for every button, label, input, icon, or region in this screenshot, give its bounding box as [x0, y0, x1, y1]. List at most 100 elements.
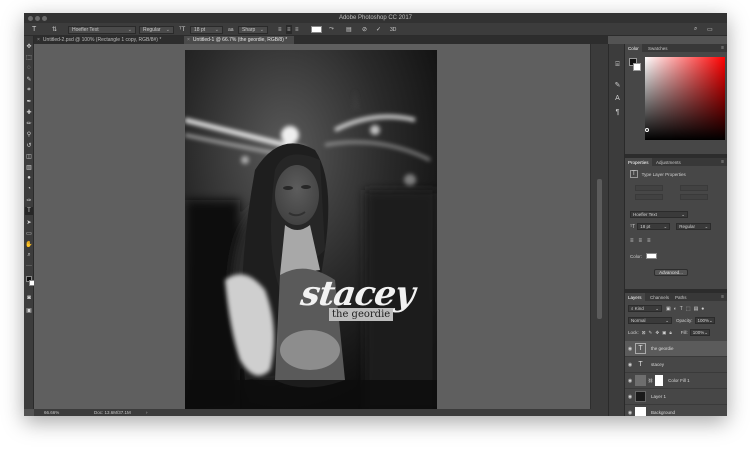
3d-button[interactable]: 3D	[390, 25, 396, 34]
search-icon[interactable]: ⌕	[694, 25, 697, 34]
properties-font-size-select[interactable]: 18 pt ⌄	[637, 223, 671, 230]
type-tool-icon[interactable]: T	[25, 207, 33, 215]
move-tool-icon[interactable]: ✥	[25, 42, 33, 50]
properties-font-family-select[interactable]: Hoefler Text ⌄	[630, 211, 688, 218]
filter-type-icon[interactable]: T	[680, 306, 683, 312]
advanced-button[interactable]: Advanced...	[654, 269, 688, 276]
color-picker-handle[interactable]	[645, 128, 649, 132]
layer-row-color-fill-1[interactable]: ◉ ⛓ Color Fill 1	[625, 373, 727, 389]
opacity-field[interactable]: 100% ⌄	[694, 317, 715, 324]
character-panel-icon[interactable]: ▤	[346, 25, 352, 34]
status-menu-arrow[interactable]: ›	[146, 410, 148, 415]
layer-filter-select[interactable]: ⌕ Kind ⌄	[628, 305, 662, 312]
align-left-icon[interactable]: ≡	[630, 238, 634, 244]
align-center-icon[interactable]: ≡	[639, 238, 643, 244]
tab-untitled-2[interactable]: × Untitled-2.psd @ 100% (Rectangle 1 cop…	[34, 36, 182, 44]
marquee-tool-icon[interactable]: ⬚	[25, 53, 33, 61]
font-style-select[interactable]: Regular ⌄	[139, 25, 174, 34]
hand-tool-icon[interactable]: ✋	[25, 240, 33, 248]
path-select-tool-icon[interactable]: ➤	[25, 218, 33, 226]
canvas-area[interactable]: stacey the geordie	[34, 44, 590, 410]
tab-properties[interactable]: Properties	[625, 158, 652, 166]
vertical-scrollbar[interactable]	[590, 44, 608, 409]
eye-icon[interactable]: ◉	[625, 394, 635, 400]
panel-menu-icon[interactable]: ≡	[721, 294, 724, 300]
blur-tool-icon[interactable]: ●	[25, 174, 33, 182]
filter-adjustment-icon[interactable]: ◐	[674, 306, 677, 312]
warp-text-icon[interactable]: ⤳	[329, 25, 334, 34]
blend-mode-select[interactable]: Normal ⌄	[628, 317, 672, 324]
font-size-select[interactable]: 18 pt ⌄	[190, 25, 223, 34]
cancel-icon[interactable]: ⊘	[362, 25, 367, 34]
clone-stamp-tool-icon[interactable]: ⚲	[25, 130, 33, 138]
tab-layers[interactable]: Layers	[625, 293, 645, 301]
type-tool-icon[interactable]: T	[32, 25, 36, 34]
color-spectrum-field[interactable]	[645, 57, 725, 140]
panel-menu-icon[interactable]: ≡	[721, 45, 724, 51]
font-family-select[interactable]: Hoefler Text ⌄	[68, 25, 136, 34]
tab-untitled-1[interactable]: × Untitled-1 @ 66.7% (the geordie, RGB/8…	[184, 36, 294, 44]
gradient-tool-icon[interactable]: ▥	[25, 163, 33, 171]
quick-select-tool-icon[interactable]: ✎	[25, 75, 33, 83]
align-left-icon[interactable]: ≡	[278, 25, 282, 34]
tab-paths[interactable]: Paths	[672, 293, 690, 301]
zoom-tool-icon[interactable]: ⌕	[25, 251, 33, 259]
more-tools-icon[interactable]: ···	[25, 262, 33, 270]
lock-image-icon[interactable]: ✎	[649, 330, 653, 336]
quick-mask-icon[interactable]: ◙	[25, 294, 33, 302]
document-canvas[interactable]: stacey the geordie	[185, 50, 437, 410]
brush-panel-icon[interactable]: ✎	[613, 80, 622, 89]
lasso-tool-icon[interactable]: ◌	[25, 64, 33, 72]
screen-mode-icon[interactable]: ▣	[25, 306, 33, 314]
layer-row-stacey[interactable]: ◉ T stacey	[625, 357, 727, 373]
close-tab-icon[interactable]: ×	[187, 37, 190, 43]
tab-swatches[interactable]: Swatches	[645, 44, 671, 52]
align-right-icon[interactable]: ≡	[647, 238, 651, 244]
eye-icon[interactable]: ◉	[625, 346, 635, 352]
eye-icon[interactable]: ◉	[625, 378, 635, 384]
fill-field[interactable]: 100% ⌄	[689, 329, 710, 336]
vertical-scroll-thumb[interactable]	[597, 179, 602, 319]
rectangle-tool-icon[interactable]: ▭	[25, 229, 33, 237]
eyedropper-tool-icon[interactable]: ✒	[25, 97, 33, 105]
layer-row-background[interactable]: ◉ Background	[625, 405, 727, 416]
tab-color[interactable]: Color	[625, 44, 642, 52]
align-center-icon[interactable]: ≡	[286, 25, 292, 34]
workspace-icon[interactable]: ▭	[707, 25, 713, 34]
subtitle-text[interactable]: the geordie	[329, 308, 394, 321]
layer-row-the-geordie[interactable]: ◉ T the geordie	[625, 341, 727, 357]
history-brush-tool-icon[interactable]: ↺	[25, 141, 33, 149]
text-color-swatch[interactable]	[311, 26, 322, 33]
filter-toggle-icon[interactable]: ●	[701, 306, 704, 312]
commit-icon[interactable]: ✓	[376, 25, 381, 34]
tab-adjustments[interactable]: Adjustments	[653, 158, 684, 166]
brush-tool-icon[interactable]: ✏	[25, 119, 33, 127]
eye-icon[interactable]: ◉	[625, 410, 635, 416]
eye-icon[interactable]: ◉	[625, 362, 635, 368]
antialias-select[interactable]: Sharp ⌄	[238, 25, 268, 34]
filter-shape-icon[interactable]: ⬚	[686, 306, 691, 312]
panel-menu-icon[interactable]: ≡	[721, 159, 724, 165]
toggle-orientation-icon[interactable]: ⇅	[52, 25, 57, 34]
close-tab-icon[interactable]: ×	[37, 37, 40, 43]
filter-pixel-icon[interactable]: ▣	[666, 306, 671, 312]
color-background-swatch[interactable]	[633, 63, 641, 71]
dodge-tool-icon[interactable]: ◔	[25, 185, 33, 193]
zoom-level[interactable]: 66.66%	[44, 410, 59, 415]
align-right-icon[interactable]: ≡	[295, 25, 299, 34]
crop-tool-icon[interactable]: ⌗	[25, 86, 33, 94]
properties-color-swatch[interactable]	[646, 253, 658, 259]
eraser-tool-icon[interactable]: ◫	[25, 152, 33, 160]
lock-artboard-icon[interactable]: ▣	[662, 330, 666, 336]
lock-transparent-icon[interactable]: ⊠	[642, 330, 646, 336]
tab-channels[interactable]: Channels	[647, 293, 672, 301]
history-panel-icon[interactable]: ⌸	[613, 60, 622, 69]
character-panel-icon[interactable]: A	[613, 94, 622, 103]
pen-tool-icon[interactable]: ✑	[25, 196, 33, 204]
lock-all-icon[interactable]: 🔒︎	[669, 330, 671, 335]
lock-position-icon[interactable]: ✥	[655, 330, 659, 336]
filter-smart-object-icon[interactable]: ▤	[694, 306, 699, 312]
healing-brush-tool-icon[interactable]: ✚	[25, 108, 33, 116]
properties-font-style-select[interactable]: Regular ⌄	[676, 223, 712, 230]
paragraph-panel-icon[interactable]: ¶	[613, 108, 622, 117]
